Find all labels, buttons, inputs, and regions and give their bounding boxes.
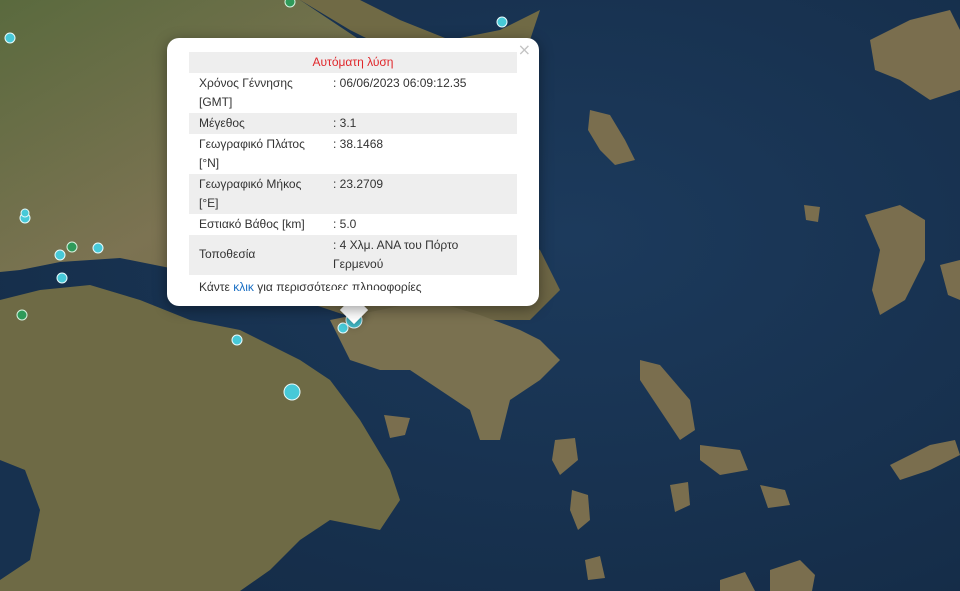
location-value: : 4 Χλμ. ΑΝΑ του Πόρτο Γερμενού: [333, 235, 517, 275]
event-details-table: Αυτόματη λύση Χρόνος Γέννησης [GMT] : 06…: [189, 52, 517, 275]
close-icon[interactable]: ×: [518, 41, 531, 59]
depth-value: : 5.0: [333, 217, 357, 231]
longitude-value: : 23.2709: [333, 174, 517, 214]
earthquake-marker[interactable]: [496, 16, 508, 28]
origin-time-value: : 06/06/2023 06:09:12.35: [333, 76, 467, 90]
earthquake-marker[interactable]: [92, 242, 104, 254]
earthquake-marker[interactable]: [20, 208, 30, 218]
location-label: Τοποθεσία: [189, 235, 333, 275]
solution-type-title: Αυτόματη λύση: [189, 52, 517, 73]
earthquake-marker[interactable]: [284, 0, 296, 8]
latitude-label: Γεωγραφικό Πλάτος [°N]: [199, 137, 305, 170]
earthquake-marker[interactable]: [4, 32, 16, 44]
earthquake-marker[interactable]: [337, 322, 349, 334]
earthquake-marker[interactable]: [231, 334, 243, 346]
longitude-label: Γεωγραφικό Μήκος [°E]: [189, 174, 333, 214]
more-info-link[interactable]: κλικ: [233, 280, 254, 294]
magnitude-value: : 3.1: [333, 113, 517, 134]
popup-tip-cover: [330, 290, 378, 304]
earthquake-popup: × Αυτόματη λύση Χρόνος Γέννησης [GMT] : …: [167, 38, 539, 306]
origin-time-label: Χρόνος Γέννησης [GMT]: [199, 76, 293, 109]
island-15: [804, 205, 820, 222]
magnitude-label: Μέγεθος: [189, 113, 333, 134]
earthquake-marker[interactable]: [54, 249, 66, 261]
earthquake-marker[interactable]: [56, 272, 68, 284]
earthquake-marker[interactable]: [16, 309, 28, 321]
more-info-prefix: Κάντε: [199, 280, 230, 294]
earthquake-marker[interactable]: [66, 241, 78, 253]
earthquake-marker[interactable]: [283, 383, 301, 401]
latitude-value: : 38.1468: [333, 137, 384, 151]
depth-label: Εστιακό Βάθος [km]: [199, 217, 305, 231]
